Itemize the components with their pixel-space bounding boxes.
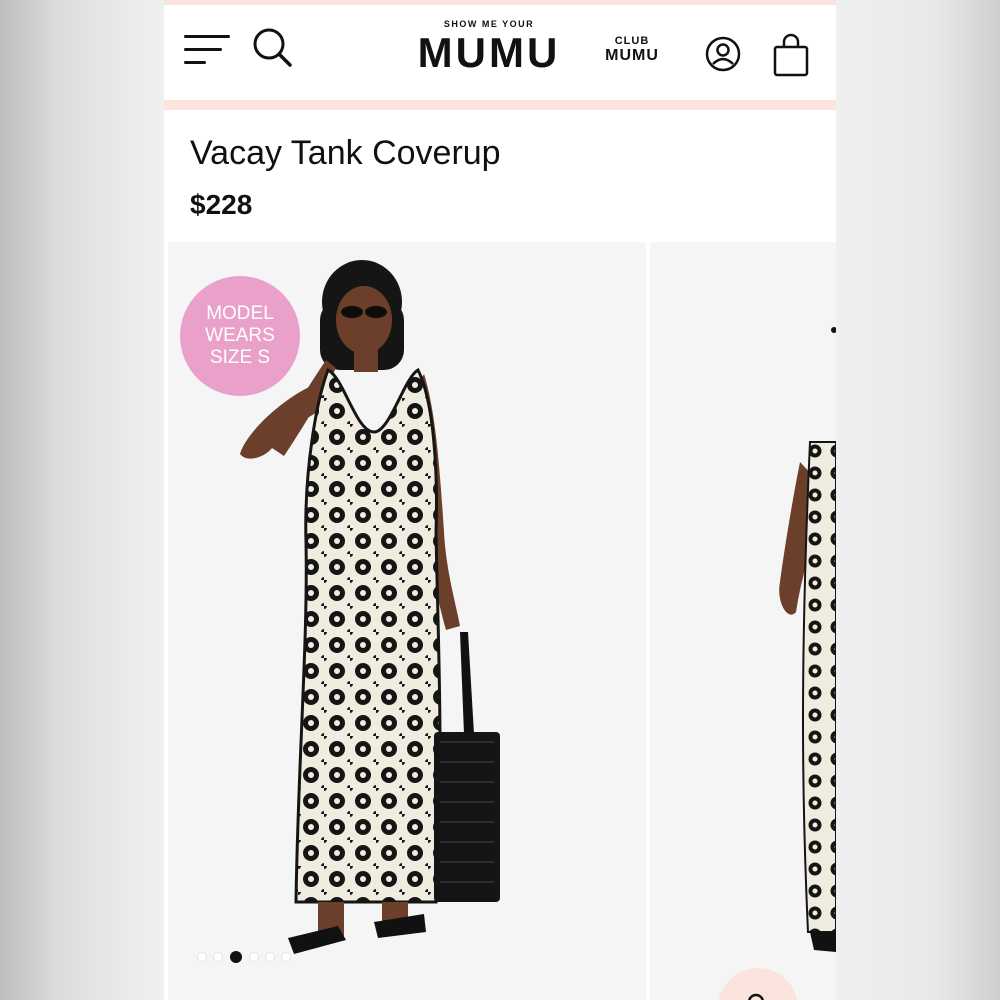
search-button[interactable] (252, 27, 294, 69)
background-right (836, 0, 1000, 1000)
carousel-dot[interactable] (250, 953, 258, 961)
phone-screen: SHOW ME YOUR MUMU CLUB MUMU Vacay Tank C… (164, 0, 836, 1000)
shopping-bag-icon (773, 33, 809, 77)
carousel-dot[interactable] (198, 953, 206, 961)
cart-button[interactable] (772, 33, 810, 79)
carousel-dot[interactable] (282, 953, 290, 961)
product-image-next-slide[interactable] (650, 242, 836, 1000)
account-button[interactable] (704, 35, 742, 73)
site-header: SHOW ME YOUR MUMU CLUB MUMU (164, 5, 836, 100)
badge-line: WEARS (205, 325, 275, 346)
club-label: CLUB (614, 35, 650, 47)
menu-icon (184, 35, 230, 38)
product-image-gallery[interactable]: MODEL WEARS SIZE S (164, 242, 836, 1000)
carousel-dot[interactable] (266, 953, 274, 961)
carousel-dots (198, 950, 290, 964)
club-brand: MUMU (605, 47, 659, 64)
background-left (0, 0, 164, 1000)
site-logo[interactable]: SHOW ME YOUR MUMU (414, 19, 564, 89)
menu-button[interactable] (184, 33, 230, 67)
model-size-badge: MODEL WEARS SIZE S (180, 276, 300, 396)
carousel-dot[interactable] (214, 953, 222, 961)
account-icon (705, 36, 741, 72)
logo-wordmark: MUMU (417, 29, 561, 76)
model-photo-side (779, 327, 836, 952)
product-title: Vacay Tank Coverup (190, 134, 501, 172)
club-mumu-link[interactable]: CLUB MUMU (600, 35, 664, 65)
menu-icon-line (184, 61, 206, 64)
search-icon (747, 993, 765, 1000)
badge-line: MODEL (206, 303, 274, 324)
menu-icon-line (184, 48, 222, 51)
logo-tagline: SHOW ME YOUR (443, 19, 535, 29)
product-price: $228 (190, 189, 253, 220)
search-icon (253, 28, 292, 67)
carousel-dot-active[interactable] (230, 951, 242, 963)
header-divider (164, 100, 836, 110)
badge-line: SIZE S (209, 347, 271, 368)
product-image-slide[interactable]: MODEL WEARS SIZE S (168, 242, 646, 1000)
